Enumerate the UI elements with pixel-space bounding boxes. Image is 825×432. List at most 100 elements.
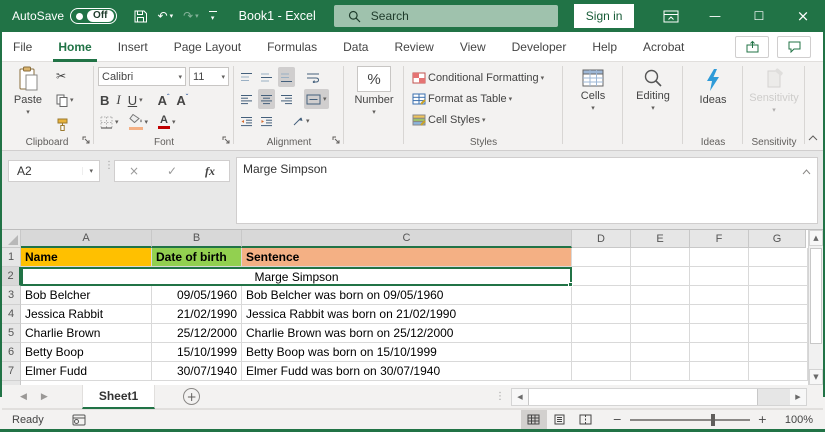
cell-styles-button[interactable]: Cell Styles ▾	[410, 110, 487, 130]
cell-sentence[interactable]: Bob Belcher was born on 09/05/1960	[242, 286, 572, 305]
column-header-a[interactable]: A	[21, 230, 152, 248]
comments-button[interactable]	[777, 36, 811, 58]
cells-button[interactable]: Cells ▾	[569, 64, 617, 132]
cell-dob[interactable]: 25/12/2000	[152, 324, 242, 343]
ideas-button[interactable]: Ideas	[689, 64, 737, 132]
insert-function-button[interactable]: fx	[205, 164, 215, 179]
zoom-in-button[interactable]: +	[758, 413, 767, 426]
column-header-d[interactable]: D	[572, 230, 631, 248]
italic-button[interactable]: I	[114, 90, 122, 110]
next-sheet-button[interactable]: ▶	[41, 392, 48, 402]
increase-indent-button[interactable]	[258, 111, 275, 131]
row-header-6[interactable]: 6	[2, 343, 21, 362]
cell-a1[interactable]: Name	[21, 248, 152, 267]
search-input[interactable]: Search	[334, 5, 558, 27]
collapse-ribbon-button[interactable]	[808, 132, 818, 144]
cell-name[interactable]: Jessica Rabbit	[21, 305, 152, 324]
column-header-g[interactable]: G	[749, 230, 806, 248]
cell-dob[interactable]: 30/07/1940	[152, 362, 242, 381]
bold-button[interactable]: B	[98, 90, 111, 110]
page-layout-view-button[interactable]	[547, 410, 573, 430]
conditional-formatting-button[interactable]: Conditional Formatting ▾	[410, 68, 546, 88]
sheet-tab-sheet1[interactable]: Sheet1	[82, 385, 155, 409]
middle-align-button[interactable]	[258, 67, 275, 87]
cell-sentence[interactable]: Betty Boop was born on 15/10/1999	[242, 343, 572, 362]
close-button[interactable]: ×	[781, 0, 825, 32]
scroll-up-button[interactable]: ▲	[809, 230, 823, 246]
cell-dob[interactable]: 09/05/1960	[152, 286, 242, 305]
format-as-table-button[interactable]: Format as Table ▾	[410, 89, 514, 109]
record-macro-button[interactable]	[72, 414, 86, 426]
cell-name[interactable]: Bob Belcher	[21, 286, 152, 305]
decrease-font-button[interactable]: Aˇ	[174, 90, 190, 110]
center-button[interactable]	[258, 89, 275, 109]
align-right-button[interactable]	[278, 89, 295, 109]
copy-button[interactable]: ▾	[54, 90, 76, 110]
tab-data[interactable]: Data	[330, 32, 381, 62]
scroll-down-button[interactable]: ▼	[809, 369, 823, 385]
tab-acrobat[interactable]: Acrobat	[630, 32, 697, 62]
cut-button[interactable]: ✂	[54, 66, 76, 86]
maximize-button[interactable]: ☐	[737, 0, 781, 32]
merge-center-button[interactable]: ▾	[304, 89, 329, 109]
row-header-5[interactable]: 5	[2, 324, 21, 343]
empty-cells[interactable]	[572, 248, 808, 267]
vertical-scroll-thumb[interactable]	[810, 248, 822, 344]
fill-color-button[interactable]: ▾	[127, 112, 151, 132]
name-box[interactable]: A2 ▾	[8, 160, 100, 182]
zoom-slider[interactable]	[630, 419, 750, 421]
tab-formulas[interactable]: Formulas	[254, 32, 330, 62]
column-header-e[interactable]: E	[631, 230, 690, 248]
alignment-dialog-launcher[interactable]	[332, 135, 340, 147]
scroll-left-button[interactable]: ◀	[512, 389, 528, 405]
cell-name[interactable]: Betty Boop	[21, 343, 152, 362]
number-format-button[interactable]: % Number ▾	[350, 62, 398, 130]
empty-cells[interactable]	[572, 305, 808, 324]
row-header-2[interactable]: 2	[2, 267, 21, 286]
tab-home[interactable]: Home	[45, 32, 104, 62]
select-all-button[interactable]	[2, 230, 21, 248]
tab-scroll-splitter[interactable]: ⋮	[495, 394, 505, 399]
row-header-1[interactable]: 1	[2, 248, 21, 267]
share-button[interactable]	[735, 36, 769, 58]
row-header-3[interactable]: 3	[2, 286, 21, 305]
font-dialog-launcher[interactable]	[222, 135, 230, 147]
paste-button[interactable]: Paste ▾	[8, 62, 48, 130]
clipboard-dialog-launcher[interactable]	[82, 135, 90, 147]
ribbon-display-options-button[interactable]	[649, 0, 693, 32]
zoom-out-button[interactable]: −	[613, 413, 622, 426]
increase-font-button[interactable]: Aˆ	[156, 90, 172, 110]
cancel-button[interactable]: ×	[129, 164, 139, 178]
column-header-b[interactable]: B	[152, 230, 242, 248]
fill-handle[interactable]	[568, 282, 573, 287]
cell-name[interactable]: Elmer Fudd	[21, 362, 152, 381]
sensitivity-button[interactable]: Sensitivity ▾	[747, 64, 801, 132]
empty-cells[interactable]	[572, 286, 808, 305]
sign-in-button[interactable]: Sign in	[574, 4, 635, 28]
prev-sheet-button[interactable]: ◀	[20, 392, 27, 402]
font-name-select[interactable]: Calibri▾	[98, 67, 186, 86]
borders-button[interactable]: ▾	[98, 112, 121, 132]
redo-button[interactable]: ↷▾	[183, 9, 199, 23]
font-color-button[interactable]: A ▾	[156, 112, 178, 132]
wrap-text-button[interactable]	[304, 67, 322, 87]
cell-sentence[interactable]: Elmer Fudd was born on 30/07/1940	[242, 362, 572, 381]
cell-sentence[interactable]: Jessica Rabbit was born on 21/02/1990	[242, 305, 572, 324]
undo-button[interactable]: ↶▾	[158, 9, 174, 23]
cell-c1[interactable]: Sentence	[242, 248, 572, 267]
tab-review[interactable]: Review	[381, 32, 446, 62]
tab-developer[interactable]: Developer	[499, 32, 580, 62]
cell-name[interactable]: Charlie Brown	[21, 324, 152, 343]
orientation-button[interactable]: ▾	[290, 111, 312, 131]
cell-dob[interactable]: 15/10/1999	[152, 343, 242, 362]
cell-dob[interactable]: 21/02/1990	[152, 305, 242, 324]
empty-cells[interactable]	[572, 324, 808, 343]
empty-cells[interactable]	[572, 267, 808, 286]
new-sheet-button[interactable]: +	[183, 388, 200, 405]
tab-insert[interactable]: Insert	[105, 32, 161, 62]
format-painter-button[interactable]	[54, 114, 76, 134]
empty-cells[interactable]	[572, 343, 808, 362]
decrease-indent-button[interactable]	[238, 111, 255, 131]
editing-button[interactable]: Editing ▾	[629, 64, 677, 132]
horizontal-scroll-thumb[interactable]	[528, 389, 758, 405]
